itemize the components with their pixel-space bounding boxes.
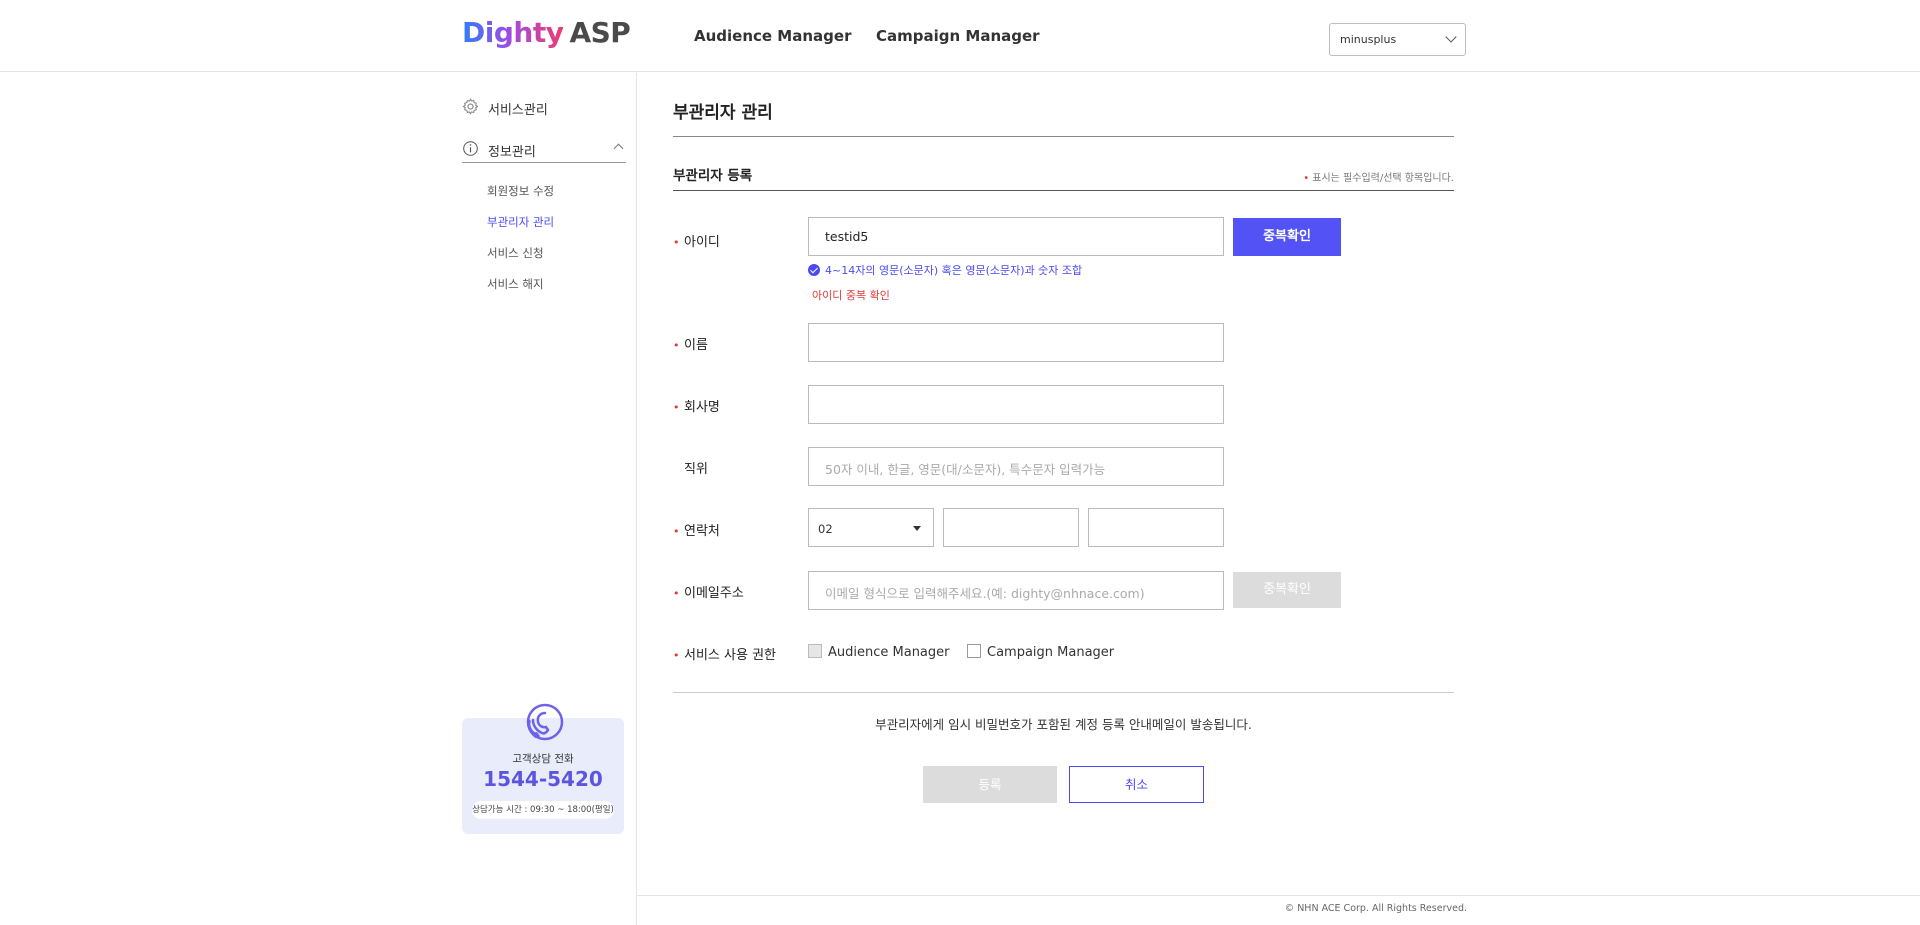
label-contact-text: 연락처 (684, 524, 720, 539)
notice-text: 부관리자에게 임시 비밀번호가 포함된 계정 등록 안내메일이 발송됩니다. (875, 717, 1252, 732)
register-button[interactable]: 등록 (923, 766, 1057, 803)
cancel-button[interactable]: 취소 (1069, 766, 1204, 803)
sidebar-subitem-service-cancel[interactable]: 서비스 해지 (487, 276, 544, 292)
required-dot: • (673, 649, 680, 662)
section-divider (673, 190, 1454, 191)
footer-copyright: © NHN ACE Corp. All Rights Reserved. (1284, 903, 1467, 914)
required-dot: • (673, 236, 680, 249)
dighty-asp-logo[interactable]: Dighty ASP (462, 16, 631, 49)
email-input[interactable]: 이메일 형식으로 입력해주세요.(예: dighty@nhnace.com) (808, 571, 1224, 610)
required-note: • 표시는 필수입력/선택 항목입니다. (1303, 169, 1454, 184)
phone-part3-input[interactable] (1088, 508, 1224, 547)
chevron-up-icon[interactable] (613, 143, 624, 154)
footer-divider (637, 895, 1920, 896)
area-code-value: 02 (818, 522, 833, 536)
phone-part2-input[interactable] (943, 508, 1079, 547)
checkbox-label: Audience Manager (828, 645, 950, 660)
name-input[interactable] (808, 323, 1224, 362)
nav-audience-manager[interactable]: Audience Manager (694, 27, 851, 45)
support-hours: 상담가능 시간 : 09:30 ~ 18:00(평일) (472, 801, 614, 819)
caret-down-icon (913, 526, 921, 531)
label-permission: • 서비스 사용 권한 (673, 644, 776, 663)
id-hint-text: 4~14자의 영문(소문자) 혹은 영문(소문자)과 숫자 조합 (825, 264, 1083, 277)
checkbox-label: Campaign Manager (987, 645, 1115, 660)
company-input[interactable] (808, 385, 1224, 424)
checkbox-campaign-manager[interactable]: Campaign Manager (967, 644, 1114, 660)
account-select[interactable]: minusplus (1329, 23, 1466, 56)
label-name: • 이름 (673, 334, 708, 353)
required-dot: • (673, 525, 680, 538)
page-title: 부관리자 관리 (673, 103, 773, 123)
position-input[interactable]: 50자 이내, 한글, 영문(대/소문자), 특수문자 입력가능 (808, 447, 1224, 486)
support-phone-number: 1544-5420 (483, 767, 603, 791)
support-label: 고객상담 전화 (512, 753, 574, 765)
sidebar-subitem-member-edit[interactable]: 회원정보 수정 (487, 183, 554, 199)
id-input[interactable]: testid5 (808, 217, 1224, 256)
logo-brand-text: Dighty (462, 16, 564, 49)
label-permission-text: 서비스 사용 권한 (684, 648, 776, 663)
label-contact: • 연락처 (673, 520, 720, 539)
label-id-text: 아이디 (684, 235, 720, 250)
id-duplicate-check-button[interactable]: 중복확인 (1233, 218, 1341, 256)
info-icon (463, 141, 478, 156)
required-dot: • (673, 401, 680, 414)
gear-icon (462, 98, 479, 115)
required-dot: • (1303, 173, 1310, 184)
email-duplicate-check-button[interactable]: 중복확인 (1233, 572, 1341, 608)
required-note-text: 표시는 필수입력/선택 항목입니다. (1312, 173, 1454, 184)
check-circle-icon (808, 264, 820, 276)
id-error-message: 아이디 중복 확인 (812, 289, 890, 302)
checkbox-icon (808, 644, 822, 658)
label-company: • 회사명 (673, 396, 720, 415)
account-select-value: minusplus (1340, 33, 1397, 46)
nav-campaign-manager[interactable]: Campaign Manager (876, 27, 1040, 45)
checkbox-icon (967, 644, 981, 658)
sidebar-item-label: 서비스관리 (488, 103, 548, 118)
required-dot: • (673, 587, 680, 600)
area-code-select[interactable]: 02 (808, 508, 934, 547)
label-email: • 이메일주소 (673, 582, 744, 601)
label-id: • 아이디 (673, 231, 720, 250)
headset-phone-icon (526, 703, 564, 741)
section-title: 부관리자 등록 (673, 168, 753, 184)
logo-suffix-text: ASP (569, 16, 631, 49)
chevron-down-icon (1445, 31, 1457, 43)
label-company-text: 회사명 (684, 400, 720, 415)
sidebar-divider (636, 73, 637, 925)
customer-support-box: 고객상담 전화 1544-5420 상담가능 시간 : 09:30 ~ 18:0… (462, 703, 624, 834)
sidebar-subitem-sub-admin[interactable]: 부관리자 관리 (487, 214, 554, 230)
top-header: Dighty ASP Audience Manager Campaign Mana… (0, 0, 1920, 72)
checkbox-audience-manager[interactable]: Audience Manager (808, 644, 950, 660)
label-email-text: 이메일주소 (684, 586, 744, 601)
sidebar-section-divider (462, 162, 626, 163)
id-hint: 4~14자의 영문(소문자) 혹은 영문(소문자)과 숫자 조합 (808, 262, 1082, 278)
title-divider (673, 136, 1454, 137)
form-bottom-divider (673, 692, 1454, 693)
required-dot: • (673, 339, 680, 352)
label-name-text: 이름 (684, 338, 708, 353)
label-position: 직위 (684, 462, 708, 477)
sidebar-item-label: 정보관리 (488, 145, 536, 160)
sidebar-subitem-service-apply[interactable]: 서비스 신청 (487, 245, 544, 261)
